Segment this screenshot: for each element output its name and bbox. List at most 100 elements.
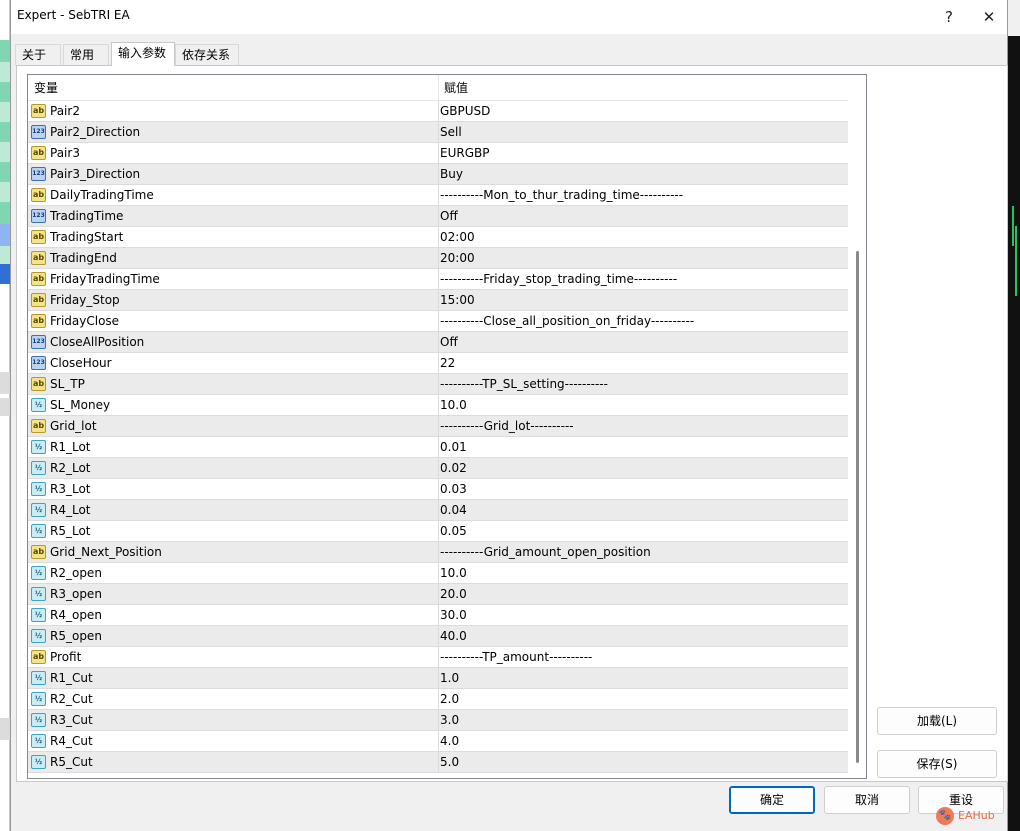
cancel-button[interactable]: 取消 (824, 786, 910, 814)
parameter-name: R2_open (50, 566, 102, 580)
double-type-icon: ½ (31, 734, 46, 748)
parameter-value[interactable]: Off (440, 332, 458, 352)
tab-inputs[interactable]: 输入参数 (111, 42, 175, 66)
table-row[interactable]: ½ R2_Lot 0.02 (28, 458, 848, 479)
parameter-value[interactable]: 10.0 (440, 395, 467, 415)
parameter-value[interactable]: ----------Friday_stop_trading_time------… (440, 269, 677, 289)
parameter-value[interactable]: ----------TP_SL_setting---------- (440, 374, 608, 394)
cell-separator (438, 206, 439, 226)
tab-common[interactable]: 常用 (63, 44, 109, 65)
cell-separator (438, 458, 439, 478)
save-button[interactable]: 保存(S) (877, 750, 997, 778)
double-type-icon: ½ (31, 503, 46, 517)
parameter-value[interactable]: 0.02 (440, 458, 467, 478)
table-row[interactable]: 123 TradingTime Off (28, 206, 848, 227)
parameter-value[interactable]: ----------Close_all_position_on_friday--… (440, 311, 694, 331)
table-row[interactable]: ½ R5_Lot 0.05 (28, 521, 848, 542)
table-row[interactable]: ½ R5_Cut 5.0 (28, 752, 848, 773)
parameter-name: R1_Lot (50, 440, 91, 454)
table-row[interactable]: ab FridayTradingTime ----------Friday_stop… (28, 269, 848, 290)
table-row[interactable]: ½ R1_Lot 0.01 (28, 437, 848, 458)
table-row[interactable]: ½ R4_Lot 0.04 (28, 500, 848, 521)
table-row[interactable]: ½ R4_Cut 4.0 (28, 731, 848, 752)
parameter-value[interactable]: 22 (440, 353, 455, 373)
vertical-scrollbar[interactable] (848, 75, 866, 778)
parameter-name: R5_open (50, 629, 102, 643)
table-row[interactable]: ab Profit ----------TP_amount---------- (28, 647, 848, 668)
parameter-value[interactable]: 0.05 (440, 521, 467, 541)
parameter-value[interactable]: 0.03 (440, 479, 467, 499)
title-bar: Expert - SebTRI EA ? ✕ (11, 0, 1007, 34)
table-row[interactable]: ab Pair3 EURGBP (28, 143, 848, 164)
string-type-icon: ab (31, 146, 46, 160)
parameter-value[interactable]: ----------Mon_to_thur_trading_time------… (440, 185, 683, 205)
table-row[interactable]: ½ R5_open 40.0 (28, 626, 848, 647)
table-row[interactable]: ½ R3_Cut 3.0 (28, 710, 848, 731)
table-row[interactable]: ½ R1_Cut 1.0 (28, 668, 848, 689)
parameter-value[interactable]: 0.01 (440, 437, 467, 457)
cell-separator (438, 437, 439, 457)
parameter-value[interactable]: ----------Grid_amount_open_position (440, 542, 651, 562)
parameter-value[interactable]: 30.0 (440, 605, 467, 625)
cell-separator (438, 101, 439, 121)
parameter-name: Grid_lot (50, 419, 97, 433)
parameter-value[interactable]: 20:00 (440, 248, 475, 268)
table-row[interactable]: ab FridayClose ----------Close_all_positio… (28, 311, 848, 332)
table-row[interactable]: ½ R2_open 10.0 (28, 563, 848, 584)
parameter-value[interactable]: 02:00 (440, 227, 475, 247)
parameter-value[interactable]: 15:00 (440, 290, 475, 310)
table-row[interactable]: ab DailyTradingTime ----------Mon_to_thur_… (28, 185, 848, 206)
parameter-value[interactable]: 3.0 (440, 710, 459, 730)
table-row[interactable]: ab Grid_Next_Position ----------Grid_amoun… (28, 542, 848, 563)
parameter-name: TradingStart (50, 230, 124, 244)
parameter-value[interactable]: ----------Grid_lot---------- (440, 416, 574, 436)
string-type-icon: ab (31, 293, 46, 307)
load-button[interactable]: 加载(L) (877, 707, 997, 735)
parameter-name: R2_Lot (50, 461, 91, 475)
table-row[interactable]: ab Friday_Stop 15:00 (28, 290, 848, 311)
table-row[interactable]: ab Grid_lot ----------Grid_lot---------- (28, 416, 848, 437)
table-row[interactable]: 123 Pair2_Direction Sell (28, 122, 848, 143)
parameter-value[interactable]: 20.0 (440, 584, 467, 604)
table-row[interactable]: 123 CloseHour 22 (28, 353, 848, 374)
table-row[interactable]: 123 Pair3_Direction Buy (28, 164, 848, 185)
table-row[interactable]: ½ R4_open 30.0 (28, 605, 848, 626)
cell-separator (438, 542, 439, 562)
close-icon[interactable]: ✕ (977, 6, 1001, 28)
table-row[interactable]: ½ R2_Cut 2.0 (28, 689, 848, 710)
cell-separator (438, 584, 439, 604)
table-row[interactable]: ab TradingStart 02:00 (28, 227, 848, 248)
parameter-value[interactable]: 2.0 (440, 689, 459, 709)
parameter-value[interactable]: 4.0 (440, 731, 459, 751)
parameter-value[interactable]: EURGBP (440, 143, 489, 163)
parameter-value[interactable]: Buy (440, 164, 463, 184)
parameter-value[interactable]: 40.0 (440, 626, 467, 646)
inputs-panel: 变量 赋值 ab Pair2 GBPUSD 123 Pair2_Direction Sel… (16, 65, 1008, 782)
column-header-value[interactable]: 赋值 (438, 75, 848, 101)
parameter-value[interactable]: 5.0 (440, 752, 459, 772)
scrollbar-thumb[interactable] (856, 251, 859, 763)
table-row[interactable]: ½ SL_Money 10.0 (28, 395, 848, 416)
window-title: Expert - SebTRI EA (17, 8, 130, 22)
parameter-value[interactable]: GBPUSD (440, 101, 490, 121)
table-row[interactable]: ab SL_TP ----------TP_SL_setting---------- (28, 374, 848, 395)
parameter-value[interactable]: Sell (440, 122, 462, 142)
table-row[interactable]: ½ R3_Lot 0.03 (28, 479, 848, 500)
table-row[interactable]: ab TradingEnd 20:00 (28, 248, 848, 269)
column-header-variable[interactable]: 变量 (28, 75, 438, 101)
parameter-name: R4_Lot (50, 503, 91, 517)
parameter-value[interactable]: 1.0 (440, 668, 459, 688)
ok-button[interactable]: 确定 (729, 786, 815, 814)
double-type-icon: ½ (31, 566, 46, 580)
table-row[interactable]: ½ R3_open 20.0 (28, 584, 848, 605)
tab-about[interactable]: 关于 (15, 44, 61, 65)
parameter-value[interactable]: ----------TP_amount---------- (440, 647, 592, 667)
double-type-icon: ½ (31, 587, 46, 601)
table-row[interactable]: ab Pair2 GBPUSD (28, 101, 848, 122)
parameter-value[interactable]: 0.04 (440, 500, 467, 520)
parameter-value[interactable]: Off (440, 206, 458, 226)
tab-dependencies[interactable]: 依存关系 (175, 44, 239, 65)
parameter-value[interactable]: 10.0 (440, 563, 467, 583)
table-row[interactable]: 123 CloseAllPosition Off (28, 332, 848, 353)
help-icon[interactable]: ? (937, 6, 961, 28)
